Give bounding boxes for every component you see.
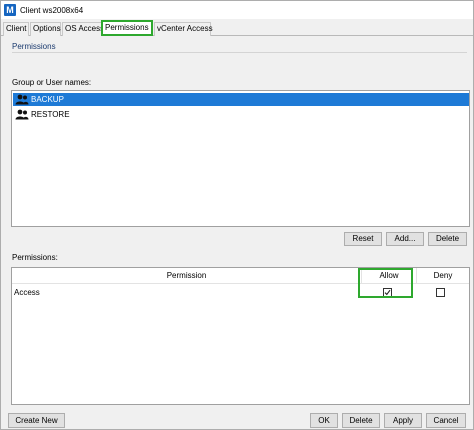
user-group-icon	[15, 94, 29, 105]
reset-button[interactable]: Reset	[344, 232, 382, 246]
client-dialog-window: M Client ws2008x64 Client Options OS Acc…	[0, 0, 474, 430]
create-new-button[interactable]: Create New	[8, 413, 65, 428]
list-item-backup[interactable]: BACKUP	[13, 93, 469, 106]
cancel-button[interactable]: Cancel	[426, 413, 466, 428]
user-group-icon	[15, 109, 29, 120]
permission-name-access: Access	[14, 288, 40, 297]
window-title: Client ws2008x64	[20, 5, 84, 15]
tab-permissions[interactable]: Permissions	[101, 20, 153, 36]
allow-access-checkbox[interactable]	[383, 288, 392, 297]
section-divider	[12, 52, 467, 53]
deny-access-checkbox[interactable]	[436, 288, 445, 297]
tab-os-access[interactable]: OS Access	[62, 22, 104, 36]
tab-vcenter-access[interactable]: vCenter Access	[154, 22, 213, 36]
column-header-deny: Deny	[417, 268, 469, 284]
delete-button[interactable]: Delete	[342, 413, 380, 428]
add-button[interactable]: Add...	[386, 232, 424, 246]
ok-button[interactable]: OK	[310, 413, 338, 428]
column-header-allow: Allow	[362, 268, 417, 284]
title-bar: M Client ws2008x64	[1, 1, 473, 19]
permissions-table: Permission Allow Deny Access	[11, 267, 470, 405]
user-list[interactable]: BACKUP RESTORE	[11, 90, 470, 227]
checkmark-icon	[384, 289, 391, 296]
permissions-section-title: Permissions	[12, 42, 56, 51]
list-item-label: RESTORE	[31, 110, 70, 119]
list-item-restore[interactable]: RESTORE	[13, 108, 469, 121]
apply-button[interactable]: Apply	[384, 413, 422, 428]
group-or-user-names-label: Group or User names:	[12, 78, 92, 87]
app-logo-icon: M	[4, 4, 16, 16]
list-item-label: BACKUP	[31, 95, 64, 104]
permissions-table-label: Permissions:	[12, 253, 58, 262]
tab-options[interactable]: Options	[30, 22, 61, 36]
tab-client[interactable]: Client	[3, 22, 29, 36]
column-header-permission: Permission	[12, 268, 362, 284]
tab-bar: Client Options OS Access Permissions vCe…	[1, 20, 473, 36]
delete-user-button[interactable]: Delete	[428, 232, 467, 246]
